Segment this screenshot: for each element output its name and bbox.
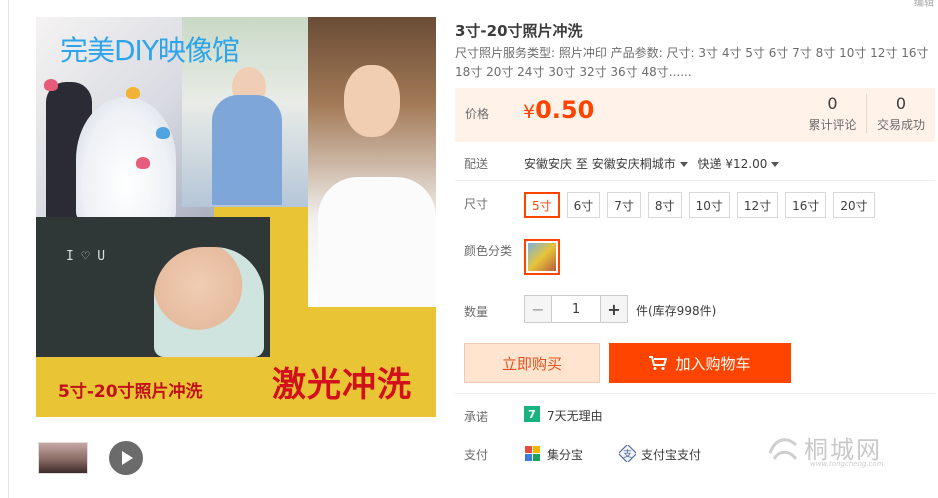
size-option-20[interactable]: 20寸	[833, 192, 875, 218]
payment-label: 支付	[464, 448, 489, 462]
price-box: 价格 ¥0.50 0 累计评论 0 交易成功	[455, 88, 935, 142]
thumbnail-image[interactable]	[38, 442, 88, 474]
size-option-6[interactable]: 6寸	[566, 192, 601, 218]
edit-link[interactable]: 编辑	[914, 0, 934, 9]
size-option-7[interactable]: 7寸	[607, 192, 641, 218]
chalk-text: I ♡ U	[66, 249, 106, 264]
chalkboard-photo-panel: I ♡ U	[36, 217, 270, 357]
girl-shirt	[212, 95, 282, 205]
size-option-16[interactable]: 16寸	[785, 192, 827, 218]
promise-text[interactable]: 7天无理由	[547, 407, 603, 424]
site-watermark: 桐城网 www.tongcheng.com	[766, 430, 884, 468]
quantity-stepper: − +	[524, 295, 628, 323]
size-option-10[interactable]: 10寸	[688, 192, 730, 218]
color-label: 颜色分类	[464, 244, 513, 258]
seven-day-return-icon: 7	[524, 406, 540, 422]
sales-count: 0 交易成功	[868, 94, 934, 133]
quantity-input[interactable]	[552, 295, 600, 323]
size-option-5[interactable]: 5寸	[524, 192, 560, 218]
main-product-image[interactable]: I ♡ U 完美DIY映像馆 5寸-20寸照片冲洗 激光冲洗	[36, 17, 436, 417]
chevron-down-icon	[771, 162, 780, 167]
divider	[455, 180, 935, 181]
ship-to: 安徽安庆桐城市	[591, 157, 676, 171]
quantity-plus-button[interactable]: +	[600, 295, 628, 323]
butterfly-icon	[136, 157, 150, 169]
size-options: 5寸 6寸 7寸 8寸 10寸 12寸 16寸 20寸	[524, 192, 875, 218]
ship-to-word: 至	[575, 157, 588, 171]
currency-symbol: ¥	[523, 101, 536, 123]
buy-now-button[interactable]: 立即购买	[464, 343, 600, 383]
ship-method: 快递 ¥12.00	[697, 157, 768, 171]
sales-count-label: 交易成功	[876, 118, 925, 132]
divider	[455, 393, 935, 394]
stock-text: 件(库存998件)	[636, 304, 717, 318]
review-count-value: 0	[827, 94, 838, 113]
price-label: 价格	[465, 107, 490, 121]
product-description: 尺寸照片服务类型: 照片冲印 产品参数: 尺寸: 3寸 4寸 5寸 6寸 7寸 …	[455, 46, 929, 79]
left-divider	[8, 0, 9, 498]
sales-count-value: 0	[895, 94, 907, 113]
add-to-cart-label: 加入购物车	[675, 354, 751, 373]
quantity-minus-button[interactable]: −	[524, 295, 552, 323]
image-title-overlay: 完美DIY映像馆	[60, 34, 240, 67]
bride-face	[344, 65, 400, 137]
product-title: 3寸-20寸照片冲洗	[455, 22, 583, 40]
color-swatch[interactable]	[524, 239, 560, 275]
image-size-overlay: 5寸-20寸照片冲洗	[58, 382, 203, 402]
watermark-url: www.tongcheng.com	[810, 460, 884, 468]
butterfly-icon	[126, 87, 140, 99]
size-label: 尺寸	[464, 197, 489, 211]
jifenbao-icon	[524, 445, 541, 462]
alipay-icon: 支	[617, 443, 638, 464]
size-option-12[interactable]: 12寸	[736, 192, 779, 218]
svg-text:支: 支	[623, 448, 632, 460]
watermark-logo-icon	[768, 437, 798, 460]
ship-from: 安徽安庆	[524, 157, 573, 171]
price-value: ¥0.50	[523, 96, 594, 124]
cart-icon	[649, 356, 668, 370]
butterfly-icon	[156, 127, 170, 139]
lady-figure	[154, 247, 264, 357]
add-to-cart-button[interactable]: 加入购物车	[609, 343, 791, 383]
bride-figure	[76, 97, 176, 222]
chevron-down-icon	[679, 162, 688, 167]
shipping-label: 配送	[464, 157, 489, 171]
image-laser-overlay: 激光冲洗	[272, 365, 412, 405]
play-video-icon[interactable]	[109, 441, 143, 475]
butterfly-icon	[44, 79, 58, 91]
price-number: 0.50	[535, 96, 595, 124]
swatch-thumbnail	[528, 243, 556, 271]
payment-method-jifenbao: 集分宝	[547, 448, 584, 462]
ship-to-select[interactable]: 安徽安庆桐城市	[592, 157, 694, 171]
bride-portrait-panel	[308, 17, 436, 307]
ship-method-select[interactable]: 快递 ¥12.00	[698, 157, 786, 171]
payment-method-alipay: 支付宝支付	[641, 448, 702, 462]
shipping-row: 安徽安庆 至 安徽安庆桐城市 快递 ¥12.00	[524, 155, 785, 172]
review-count-label: 累计评论	[808, 118, 857, 132]
quantity-label: 数量	[464, 305, 489, 319]
review-count[interactable]: 0 累计评论	[799, 94, 867, 133]
bride-dress	[318, 177, 436, 307]
promise-label: 承诺	[464, 410, 489, 424]
size-option-8[interactable]: 8寸	[647, 192, 682, 218]
